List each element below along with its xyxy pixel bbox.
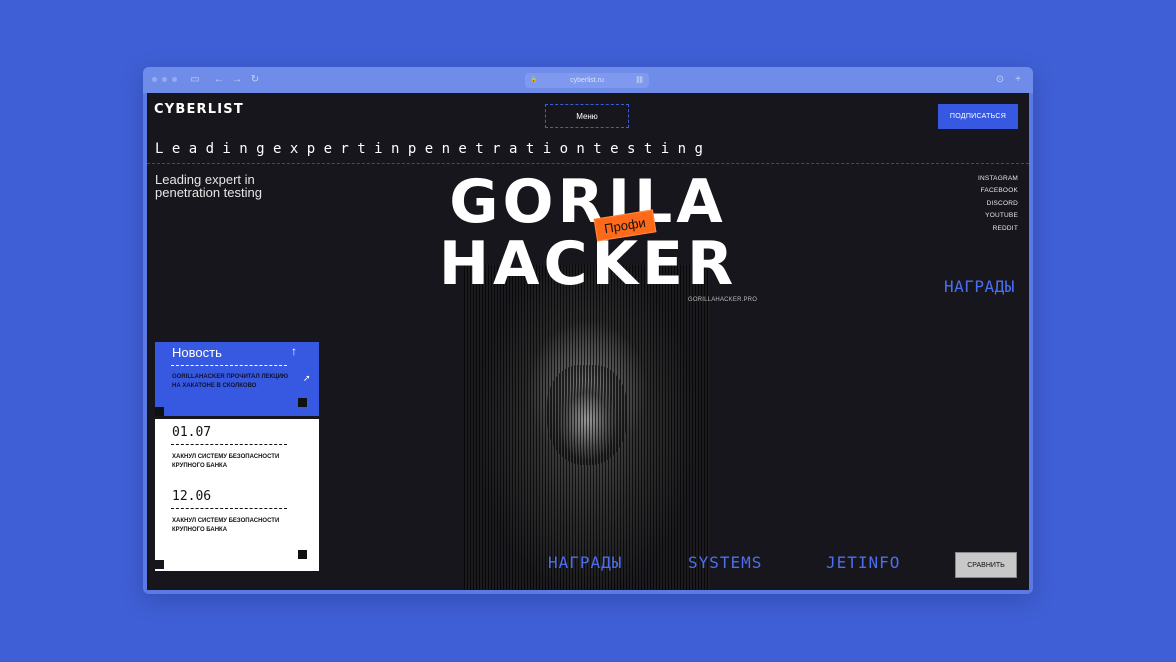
hooded-gorilla-image bbox=[464, 265, 710, 590]
arrow-up-icon[interactable]: ↑ bbox=[291, 344, 297, 358]
corner-square-icon bbox=[155, 407, 164, 416]
link-icon[interactable]: ⛓ bbox=[635, 73, 644, 88]
zoom-window-dot[interactable] bbox=[172, 77, 177, 82]
awards-link[interactable]: НАГРАДЫ bbox=[944, 277, 1015, 296]
event-date: 12.06 bbox=[172, 489, 212, 504]
reload-icon[interactable]: ↻ bbox=[248, 73, 262, 87]
sidebar-toggle-icon[interactable]: ▭ bbox=[188, 73, 202, 87]
event-text: ХАКНУЛ СИСТЕМУ БЕЗОПАСНОСТИ КРУПНОГО БАН… bbox=[172, 518, 280, 533]
events-card: 01.07 ХАКНУЛ СИСТЕМУ БЕЗОПАСНОСТИ КРУПНО… bbox=[155, 419, 319, 571]
hero-title-line2: HACKER bbox=[438, 229, 738, 299]
menu-button[interactable]: Меню bbox=[545, 104, 629, 128]
event-text: ХАКНУЛ СИСТЕМУ БЕЗОПАСНОСТИ КРУПНОГО БАН… bbox=[172, 454, 280, 469]
address-bar[interactable]: 🔒 cyberlist.ru ⛓ bbox=[525, 73, 649, 88]
compare-button[interactable]: СРАВНИТЬ bbox=[955, 552, 1017, 578]
divider bbox=[171, 508, 287, 509]
corner-square-icon bbox=[298, 550, 307, 559]
news-card[interactable]: Новость ↑ GORILLAHACKER ПРОЧИТАЛ ЛЕКЦИЮ … bbox=[155, 342, 319, 416]
new-tab-icon[interactable]: + bbox=[1011, 73, 1025, 87]
gorilla-face bbox=[547, 365, 627, 465]
minimize-window-dot[interactable] bbox=[162, 77, 167, 82]
corner-square-icon bbox=[298, 398, 307, 407]
pointer-cursor-icon: ➚ bbox=[303, 373, 311, 383]
site-logo[interactable]: CYBERLIST bbox=[154, 102, 244, 117]
browser-toolbar: ▭ ← → ↻ 🔒 cyberlist.ru ⛓ ⊙ + bbox=[143, 67, 1033, 93]
forward-icon[interactable]: → bbox=[230, 73, 244, 87]
event-date: 01.07 bbox=[172, 425, 212, 440]
browser-window: ▭ ← → ↻ 🔒 cyberlist.ru ⛓ ⊙ + CYBERLIST М… bbox=[143, 67, 1033, 594]
bottom-link-jetinfo[interactable]: JETINFO bbox=[826, 553, 900, 572]
subscribe-button[interactable]: ПОДПИСАТЬСЯ bbox=[938, 104, 1018, 129]
news-heading: Новость bbox=[172, 345, 222, 360]
hero-title-line1: GORILA bbox=[449, 167, 727, 237]
bottom-link-awards[interactable]: НАГРАДЫ bbox=[548, 553, 622, 572]
download-icon[interactable]: ⊙ bbox=[993, 73, 1007, 87]
news-text: GORILLAHACKER ПРОЧИТАЛ ЛЕКЦИЮ НА ХАКАТОН… bbox=[172, 374, 289, 389]
divider bbox=[147, 163, 1029, 164]
url-text: cyberlist.ru bbox=[570, 77, 604, 84]
website-viewport: CYBERLIST Меню ПОДПИСАТЬСЯ L e a d i n g… bbox=[147, 93, 1029, 590]
lock-icon: 🔒 bbox=[530, 77, 538, 83]
window-controls bbox=[152, 77, 177, 82]
corner-square-icon bbox=[155, 560, 164, 569]
divider bbox=[171, 444, 287, 445]
site-domain-label[interactable]: GORILLAHACKER.PRO bbox=[688, 297, 757, 303]
divider bbox=[171, 365, 287, 366]
bottom-link-systems[interactable]: SYSTEMS bbox=[688, 553, 762, 572]
close-window-dot[interactable] bbox=[152, 77, 157, 82]
back-icon[interactable]: ← bbox=[212, 73, 226, 87]
marquee-text: L e a d i n g e x p e r t i n p e n e t … bbox=[155, 141, 703, 157]
